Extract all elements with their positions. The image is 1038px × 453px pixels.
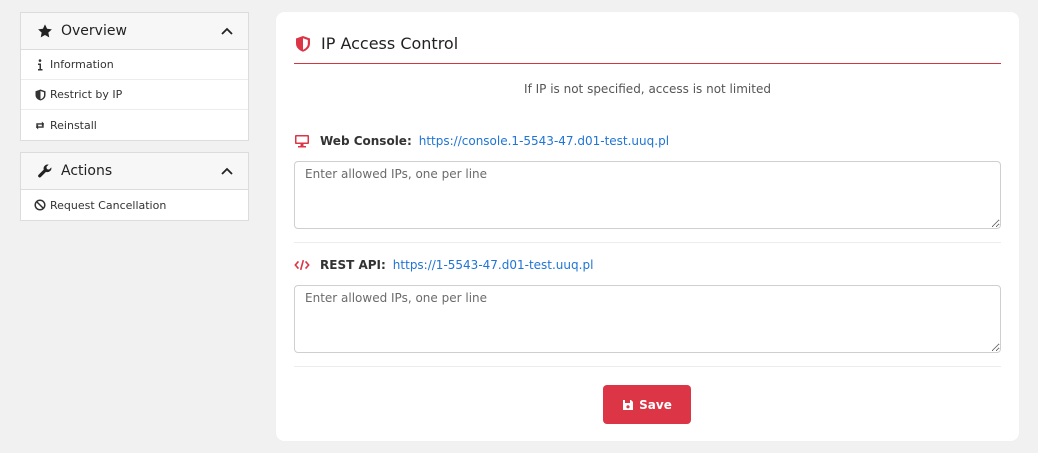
- card-header: IP Access Control: [294, 32, 1001, 64]
- chevron-up-icon[interactable]: [220, 24, 234, 38]
- sidebar-item-restrict-by-ip[interactable]: Restrict by IP: [21, 80, 248, 110]
- info-icon: [34, 58, 46, 71]
- star-icon: [36, 23, 53, 40]
- rest-api-label: REST API:: [320, 258, 386, 272]
- desktop-icon: [294, 134, 310, 148]
- overview-title: Overview: [61, 23, 127, 39]
- sidebar-item-label: Request Cancellation: [50, 198, 167, 212]
- code-icon: [294, 258, 310, 272]
- sidebar-item-reinstall[interactable]: Reinstall: [21, 110, 248, 140]
- overview-panel: Overview Information Restrict by IP Rein…: [20, 12, 249, 141]
- shield-half-icon: [294, 35, 312, 53]
- sidebar-item-request-cancellation[interactable]: Request Cancellation: [21, 190, 248, 220]
- save-button-label: Save: [639, 397, 672, 412]
- divider: [294, 366, 1001, 367]
- sidebar-item-label: Reinstall: [50, 118, 97, 132]
- web-console-label: Web Console:: [320, 134, 412, 148]
- floppy-disk-icon: [622, 399, 634, 411]
- ban-icon: [34, 199, 46, 211]
- sidebar: Overview Information Restrict by IP Rein…: [20, 12, 249, 232]
- access-hint: If IP is not specified, access is not li…: [524, 82, 771, 96]
- overview-panel-header[interactable]: Overview: [21, 13, 248, 50]
- divider: [294, 242, 1001, 243]
- web-console-ip-input[interactable]: [294, 161, 1001, 229]
- rest-api-ip-input[interactable]: [294, 285, 1001, 353]
- actions-title: Actions: [61, 163, 113, 179]
- web-console-label-row: Web Console: https://console.1-5543-47.d…: [294, 134, 669, 148]
- page-title: IP Access Control: [321, 34, 459, 53]
- shield-icon: [34, 89, 46, 101]
- actions-panel: Actions Request Cancellation: [20, 152, 249, 221]
- wrench-icon: [36, 163, 53, 180]
- rest-api-link[interactable]: https://1-5543-47.d01-test.uuq.pl: [393, 258, 594, 272]
- sidebar-item-label: Restrict by IP: [50, 88, 123, 101]
- page: Overview Information Restrict by IP Rein…: [0, 0, 1038, 453]
- retweet-icon: [34, 119, 46, 131]
- rest-api-label-row: REST API: https://1-5543-47.d01-test.uuq…: [294, 258, 593, 272]
- sidebar-item-information[interactable]: Information: [21, 50, 248, 80]
- chevron-up-icon[interactable]: [220, 164, 234, 178]
- web-console-link[interactable]: https://console.1-5543-47.d01-test.uuq.p…: [419, 134, 669, 148]
- actions-panel-header[interactable]: Actions: [21, 153, 248, 190]
- ip-access-control-card: IP Access Control If IP is not specified…: [276, 12, 1019, 441]
- save-button[interactable]: Save: [603, 385, 691, 424]
- sidebar-item-label: Information: [50, 58, 114, 71]
